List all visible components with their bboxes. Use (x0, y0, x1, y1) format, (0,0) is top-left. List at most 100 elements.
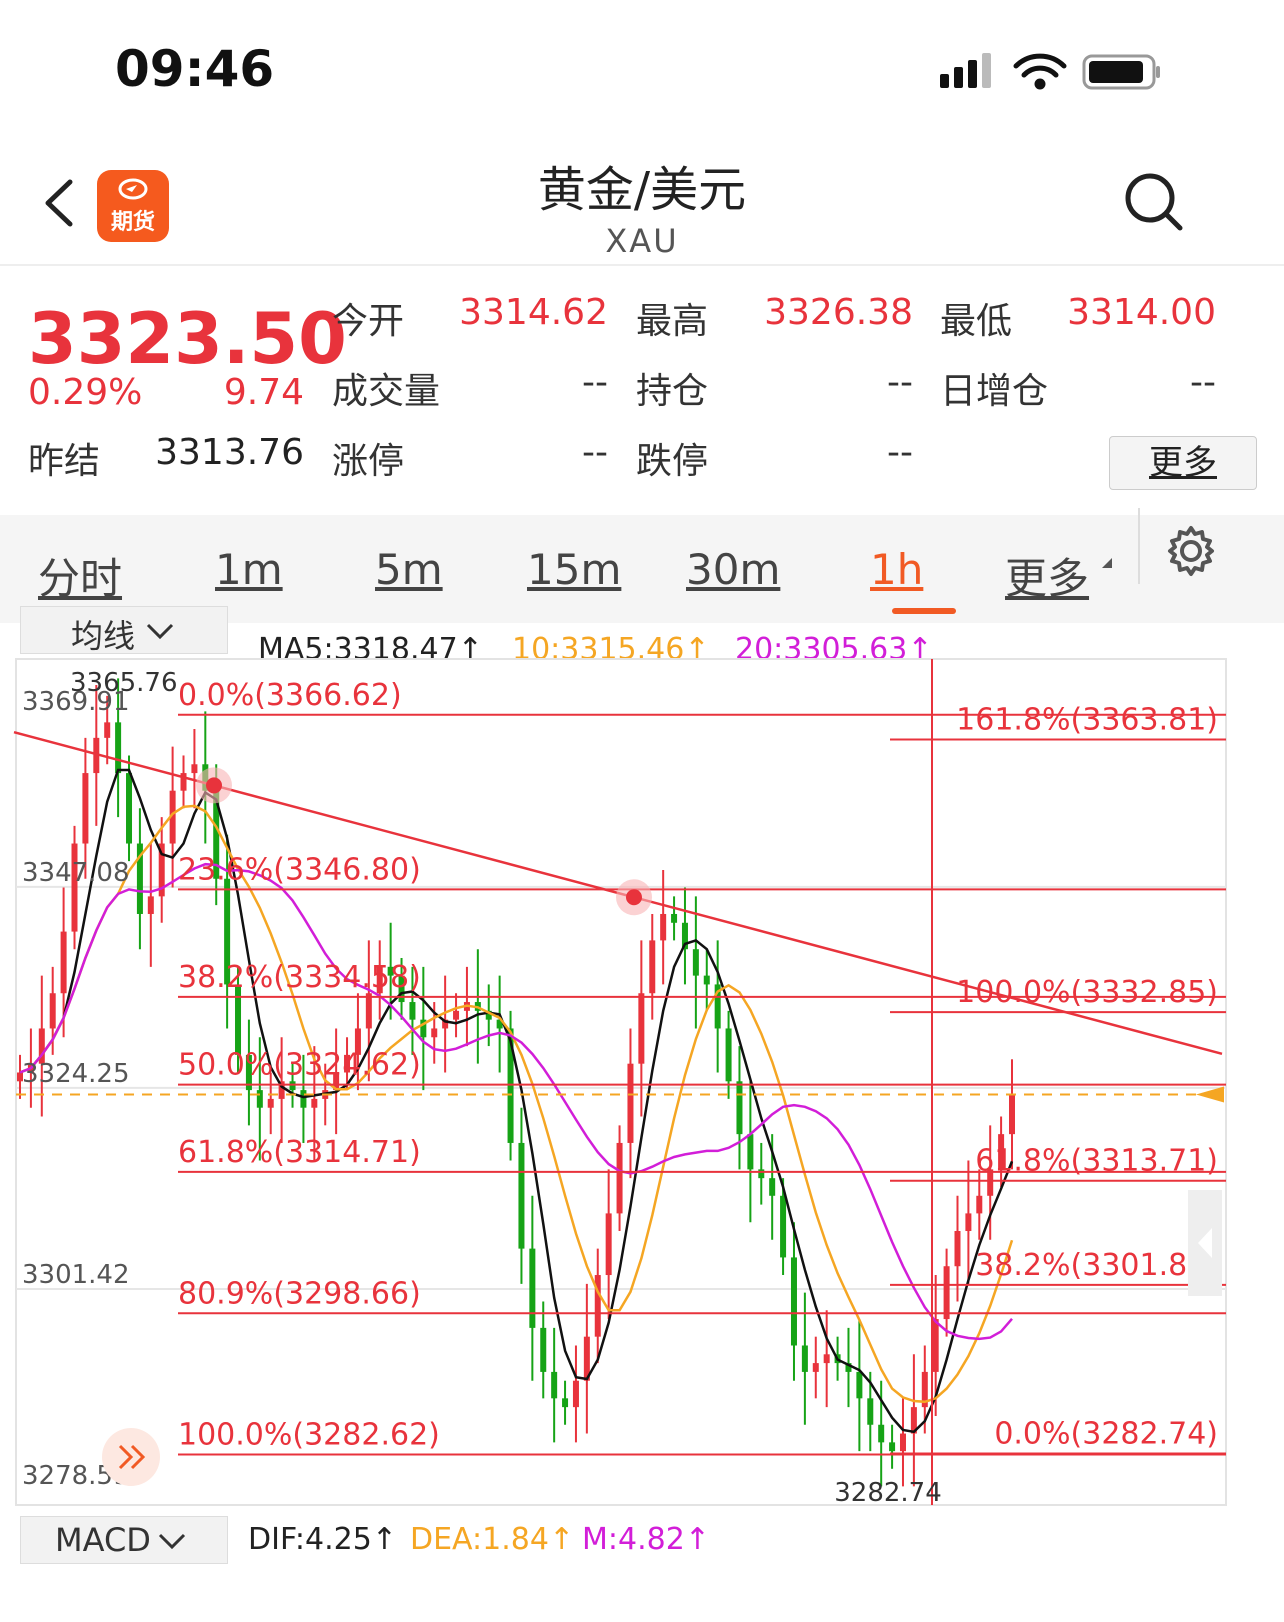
tab-15m[interactable]: 15m (527, 545, 621, 594)
kline-chart[interactable]: 0.0%(3366.62) 23.6%(3346.80) 38.2%(3334.58… (0, 655, 1284, 1510)
change-percent: 0.29% (28, 372, 143, 413)
fib-level-label: 0.0%(3282.74) (994, 1416, 1218, 1451)
candle-body (889, 1442, 896, 1452)
anchor-point-1 (206, 777, 222, 794)
candle-body (801, 1345, 808, 1372)
candle-body (660, 913, 667, 941)
double-chevron-right-icon (118, 1444, 146, 1470)
daily-oi-change-label: 日增仓 (940, 371, 1049, 412)
candle-body (104, 722, 111, 738)
candle-body (300, 1090, 307, 1108)
candle-body (671, 913, 678, 923)
battery-icon (1082, 54, 1160, 90)
high-price-label: 3365.76 (70, 668, 178, 698)
candle-body (453, 1010, 460, 1020)
candle-body (649, 940, 656, 994)
candle-body (703, 975, 710, 985)
fib-level-label: 61.8%(3314.71) (178, 1135, 421, 1170)
panel-toggle[interactable] (1188, 1190, 1222, 1296)
tab-1m[interactable]: 1m (215, 545, 283, 594)
gear-icon[interactable] (1164, 524, 1218, 578)
active-tab-indicator (892, 608, 956, 614)
fib-level-label: 50.0%(3324.62) (178, 1048, 421, 1083)
low-value: 3314.00 (1067, 292, 1216, 333)
candle-body (572, 1380, 579, 1408)
candle-body (943, 1266, 950, 1320)
y-axis-tick-label: 3347.08 (22, 858, 130, 888)
tab-5m[interactable]: 5m (375, 545, 443, 594)
candle-body (638, 993, 645, 1064)
candle-body (823, 1354, 830, 1364)
candle-body (780, 1195, 787, 1258)
more-quote-button[interactable]: 更多 (1109, 436, 1257, 490)
tab-timeshare[interactable]: 分时 (38, 545, 122, 606)
candle-body (692, 949, 699, 976)
candle-body (747, 1134, 754, 1170)
expand-tools-button[interactable] (102, 1428, 160, 1486)
fib-level-label: 100.0%(3282.62) (178, 1418, 440, 1453)
tab-more[interactable]: 更多 (1005, 545, 1089, 606)
candle-body (627, 1063, 634, 1143)
candle-body (540, 1327, 547, 1372)
candle-body (899, 1433, 906, 1452)
candle-body (256, 1090, 263, 1108)
status-time: 09:46 (115, 40, 275, 98)
candle-body (562, 1398, 569, 1408)
candle-body (605, 1213, 612, 1276)
low-price-label: 3282.74 (834, 1478, 942, 1508)
open-label: 今开 (332, 301, 405, 342)
candle-body (1009, 1094, 1015, 1135)
fib-level-label: 23.6%(3346.80) (178, 852, 421, 887)
candle-body (191, 764, 198, 774)
chevron-down-icon (146, 623, 174, 640)
candle-body (965, 1213, 972, 1232)
candle-body (769, 1178, 776, 1196)
candle-body (49, 993, 56, 1029)
tab-1h[interactable]: 1h (870, 545, 923, 594)
limit-down-value: -- (887, 432, 913, 473)
ma-selector[interactable]: 均线 (20, 606, 228, 655)
prev-close-value: 3313.76 (155, 432, 304, 473)
y-axis-tick-label: 3324.25 (22, 1059, 130, 1089)
fib-level-label: 0.0%(3366.62) (178, 678, 402, 713)
fib-level-label: 38.2%(3334.58) (178, 960, 421, 995)
candle-body (878, 1424, 885, 1443)
prev-close-label: 昨结 (28, 441, 101, 482)
daily-oi-change-value: -- (1190, 362, 1216, 403)
candle-body (311, 1098, 318, 1108)
candle-body (126, 773, 133, 844)
macd-selector[interactable]: MACD (20, 1516, 228, 1564)
candle-body (812, 1363, 819, 1372)
divider (1138, 508, 1140, 584)
page-subtitle: XAU (605, 222, 679, 260)
candle-body (529, 1248, 536, 1328)
candle-body (736, 1081, 743, 1135)
candle-body (409, 1002, 416, 1020)
low-label: 最低 (940, 301, 1013, 342)
signal-icon (940, 53, 991, 88)
current-price-marker (1196, 1086, 1224, 1103)
high-value: 3326.38 (764, 292, 913, 333)
open-interest-value: -- (887, 362, 913, 403)
candle-body (518, 1142, 525, 1249)
candle-body (235, 984, 242, 1055)
divider (0, 264, 1284, 266)
ma20-line (19, 862, 1013, 1341)
ma-selector-label: 均线 (71, 617, 136, 655)
search-icon[interactable] (1122, 170, 1186, 234)
tab-30m[interactable]: 30m (686, 545, 780, 594)
candle-body (267, 1098, 274, 1108)
ma5-line (19, 768, 1014, 1434)
high-label: 最高 (636, 301, 709, 342)
volume-value: -- (582, 362, 608, 403)
fib-level-label: 61.8%(3313.71) (975, 1144, 1218, 1179)
macd-dea: DEA:1.84↑ (410, 1522, 575, 1557)
candle-body (954, 1231, 961, 1267)
wifi-icon (1013, 53, 1067, 90)
candle-body (82, 773, 89, 844)
candle-body (867, 1398, 874, 1425)
fib-level-label: 80.9%(3298.66) (178, 1276, 421, 1311)
candle-body (616, 1142, 623, 1214)
open-value: 3314.62 (459, 292, 608, 333)
candle-body (431, 1028, 438, 1038)
